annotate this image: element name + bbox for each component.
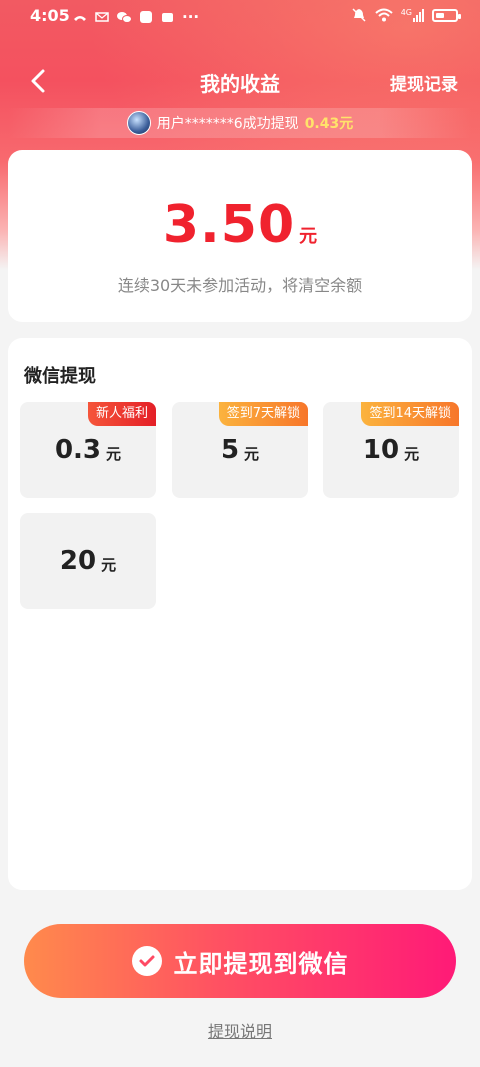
option-value: 0.3 [54,435,102,465]
option-unit: 元 [244,444,260,463]
status-time: 4:05 [30,6,70,25]
withdraw-option-10[interactable]: 签到14天解锁 10 元 [323,402,459,498]
nav-bar: 我的收益 提现记录 [0,60,480,104]
balance-unit: 元 [299,226,318,247]
option-tag: 签到14天解锁 [361,402,459,426]
tv-icon [162,13,173,22]
battery-icon [432,8,461,22]
wechat-pay-icon [131,946,162,976]
mute-icon [352,8,366,22]
option-value: 5 [220,435,240,465]
mail-icon [95,12,109,22]
signal-icon: 4G [401,8,424,22]
withdraw-option-0.3[interactable]: 新人福利 0.3 元 [20,402,156,498]
app-notification-icon [140,11,152,23]
wifi-icon [375,8,393,22]
wechat-withdraw-card: 微信提现 新人福利 0.3 元 签到7天解锁 5元 签到14天解锁 10 元 20 元 [8,338,472,890]
status-right-icons: 4G [351,7,461,23]
withdraw-option-5[interactable]: 签到7天解锁 5元 [172,402,308,498]
option-value: 20 [59,546,97,576]
balance-amount: 3.50 元 [8,195,472,255]
wechat-icon [117,12,132,23]
missed-call-icon [74,16,86,21]
option-unit: 元 [101,555,117,574]
ticker-text: 用户*******6成功提现 [156,116,299,132]
option-unit: 元 [106,444,122,463]
help-row: 提现说明 [0,1018,480,1042]
withdraw-instructions-link[interactable]: 提现说明 [208,1022,272,1041]
status-bar: 4:05 ··· 4G [0,0,480,34]
balance-card: 3.50 元 连续30天未参加活动，将清空余额 [8,150,472,322]
option-unit: 元 [404,444,420,463]
section-title: 微信提现 [24,366,96,387]
withdraw-to-wechat-button[interactable]: 立即提现到微信 [24,924,456,998]
option-tag: 新人福利 [87,402,156,426]
network-type-label: 4G [400,8,412,17]
option-tag: 签到7天解锁 [218,402,308,426]
option-value: 10 [362,435,400,465]
notification-icons: ··· [72,8,199,26]
withdraw-ticker: 用户*******6成功提现 0.43元 [8,108,472,138]
withdraw-records-link[interactable]: 提现记录 [390,70,458,95]
balance-expiry-note: 连续30天未参加活动，将清空余额 [117,276,363,295]
cta-label: 立即提现到微信 [173,949,349,978]
more-notifications-icon: ··· [182,8,200,26]
avatar [126,111,151,135]
balance-value: 3.50 [162,195,296,255]
ticker-amount: 0.43元 [304,116,354,132]
withdraw-option-20[interactable]: 20 元 [20,513,156,609]
